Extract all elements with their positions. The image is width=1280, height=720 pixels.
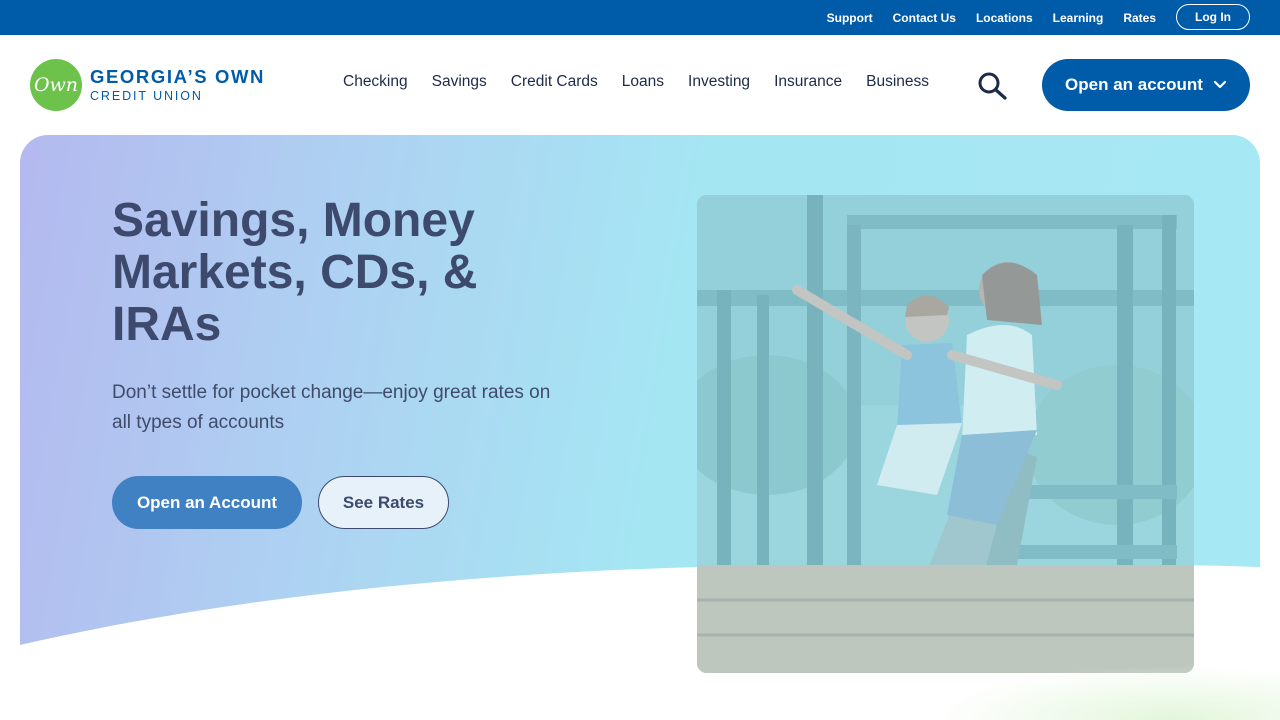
nav-item-insurance[interactable]: Insurance (762, 73, 854, 91)
main-header: Own GEORGIA’S OWN CREDIT UNION Checking … (0, 35, 1280, 135)
search-button[interactable] (976, 71, 1008, 101)
nav-item-investing[interactable]: Investing (676, 73, 762, 91)
see-rates-button[interactable]: See Rates (318, 476, 449, 529)
chevron-down-icon (1213, 80, 1227, 89)
open-account-button[interactable]: Open an account (1042, 59, 1250, 111)
hero-subtitle: Don’t settle for pocket change—enjoy gre… (112, 382, 551, 433)
nav-item-business[interactable]: Business (854, 73, 941, 91)
logo-name-line2: CREDIT UNION (90, 88, 203, 103)
logo-text: GEORGIA’S OWN CREDIT UNION (90, 66, 265, 103)
open-account-label: Open an account (1065, 75, 1203, 94)
bottom-decorative-glow (930, 665, 1280, 720)
utility-links: Support Contact Us Locations Learning Ra… (827, 0, 1156, 35)
nav-item-credit-cards[interactable]: Credit Cards (499, 73, 610, 91)
logo-name-line1: GEORGIA’S OWN (90, 66, 265, 87)
utility-link-contact-us[interactable]: Contact Us (893, 11, 956, 25)
primary-nav: Checking Savings Credit Cards Loans Inve… (331, 73, 941, 91)
logo-mark: Own (30, 59, 82, 111)
utility-link-rates[interactable]: Rates (1123, 11, 1156, 25)
woman-and-child-on-slide-photo (697, 195, 1194, 673)
nav-item-loans[interactable]: Loans (610, 73, 676, 91)
utility-link-learning[interactable]: Learning (1053, 11, 1104, 25)
logo[interactable]: Own GEORGIA’S OWN CREDIT UNION (30, 59, 265, 111)
open-an-account-button[interactable]: Open an Account (112, 476, 302, 529)
utility-link-support[interactable]: Support (827, 11, 873, 25)
nav-item-checking[interactable]: Checking (331, 73, 420, 91)
hero-photo-illustration (697, 195, 1194, 673)
search-icon (978, 72, 1007, 100)
login-button[interactable]: Log In (1176, 4, 1250, 30)
hero-title: Savings, Money Markets, CDs, & IRAs (112, 194, 478, 351)
nav-item-savings[interactable]: Savings (420, 73, 499, 91)
utility-bar: Support Contact Us Locations Learning Ra… (0, 0, 1280, 35)
utility-link-locations[interactable]: Locations (976, 11, 1033, 25)
